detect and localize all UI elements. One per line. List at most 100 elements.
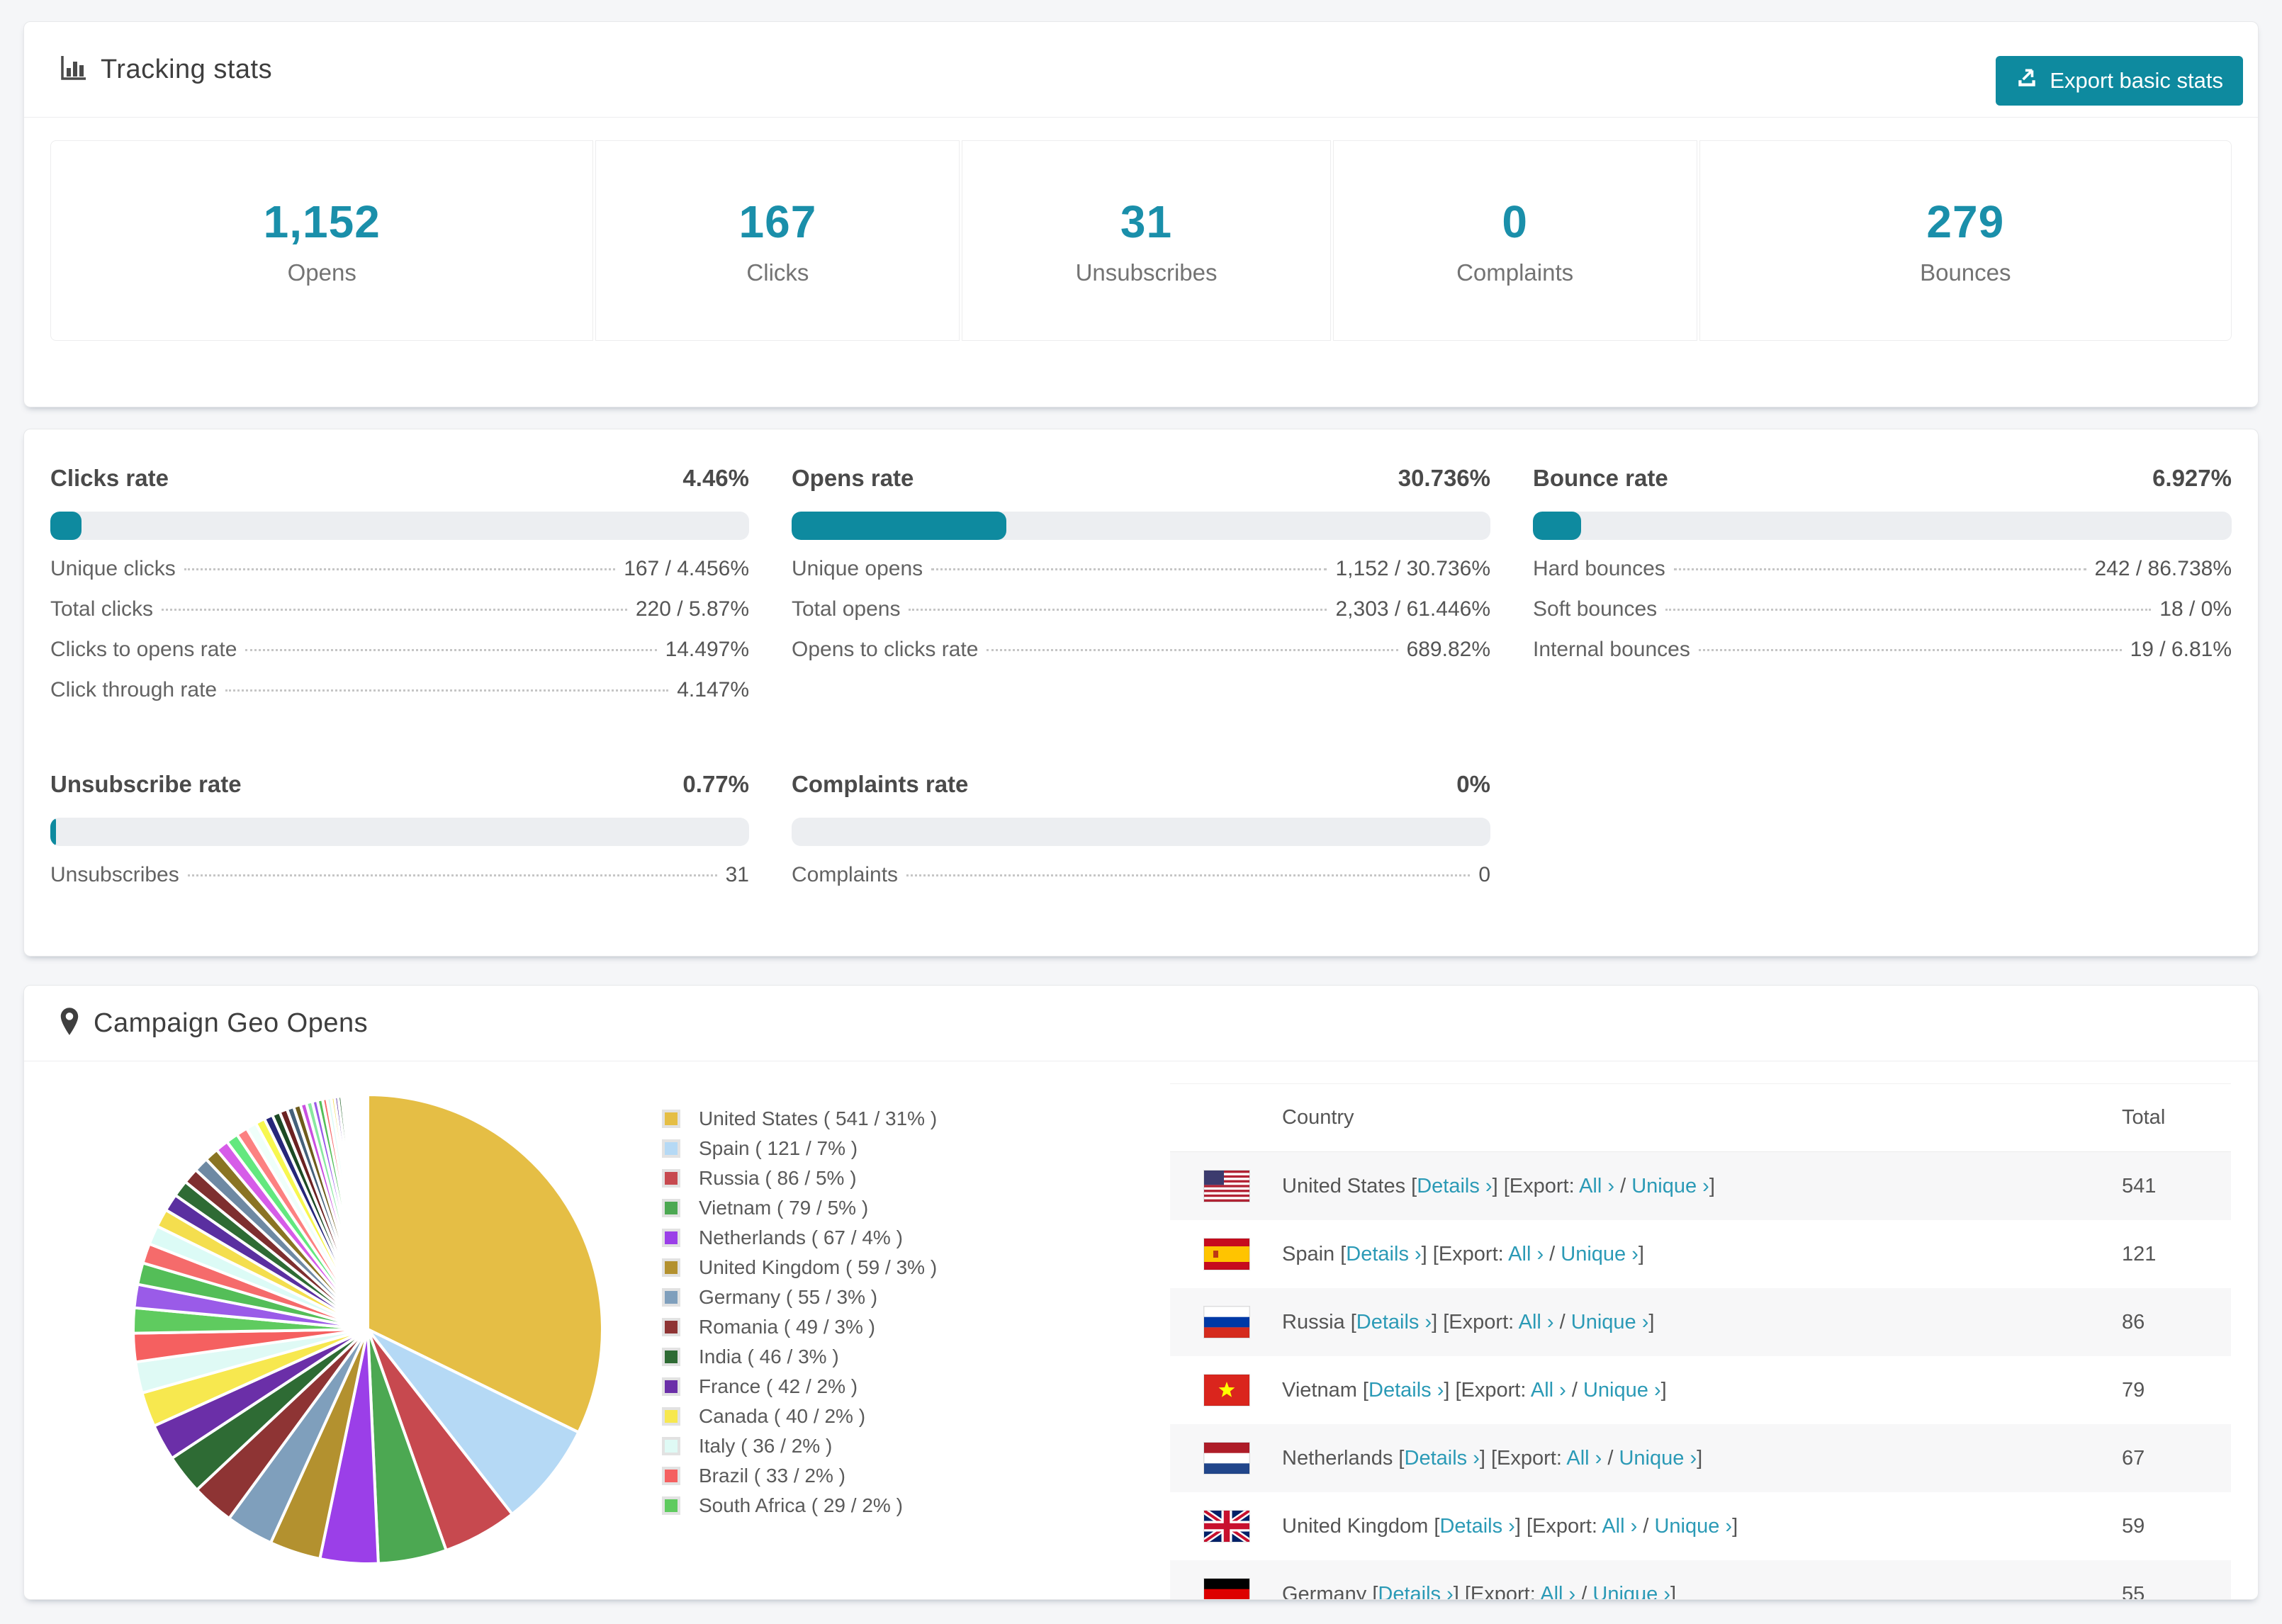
country-name: Russia bbox=[1282, 1310, 1345, 1333]
rate-detail-value: 0 bbox=[1478, 863, 1490, 886]
rate-detail-row: Internal bounces 19 / 6.81% bbox=[1533, 638, 2232, 678]
dotted-leader bbox=[162, 609, 627, 611]
flag-icon-nl bbox=[1204, 1443, 1249, 1474]
details-link[interactable]: Details › bbox=[1405, 1447, 1480, 1470]
dotted-leader bbox=[225, 689, 669, 692]
legend-color-chip bbox=[662, 1407, 680, 1426]
tracking-stats-card: Tracking stats Export basic stats 1,152 O… bbox=[23, 21, 2259, 407]
country-cell: United States [Details ›] [Export: All ›… bbox=[1282, 1174, 1715, 1197]
rate-detail-value: 4.147% bbox=[677, 678, 749, 701]
stat-value: 167 bbox=[738, 196, 817, 247]
legend-label: Spain ( 121 / 7% ) bbox=[699, 1137, 858, 1159]
export-all-link[interactable]: All › bbox=[1531, 1379, 1566, 1402]
legend-item-germany[interactable]: Germany ( 55 / 3% ) bbox=[662, 1282, 937, 1312]
rate-progress-bar bbox=[50, 818, 749, 846]
export-unique-link[interactable]: Unique › bbox=[1654, 1515, 1732, 1538]
legend-color-chip bbox=[662, 1229, 680, 1247]
rate-detail-label: Unique clicks bbox=[50, 557, 176, 580]
flag-icon-gb bbox=[1204, 1511, 1249, 1542]
legend-color-chip bbox=[662, 1437, 680, 1455]
rate-detail-label: Unique opens bbox=[792, 557, 923, 580]
legend-item-russia[interactable]: Russia ( 86 / 5% ) bbox=[662, 1163, 937, 1193]
export-all-link[interactable]: All › bbox=[1566, 1447, 1602, 1470]
legend-color-chip bbox=[662, 1258, 680, 1277]
legend-color-chip bbox=[662, 1377, 680, 1396]
geo-opens-pie-chart bbox=[120, 1093, 616, 1595]
stat-value: 31 bbox=[1120, 196, 1173, 247]
legend-item-united-states[interactable]: United States ( 541 / 31% ) bbox=[662, 1104, 937, 1134]
export-all-link[interactable]: All › bbox=[1540, 1583, 1575, 1600]
flag-cell bbox=[1170, 1307, 1282, 1338]
total-cell: 59 bbox=[2122, 1514, 2145, 1538]
rate-detail-row: Soft bounces 18 / 0% bbox=[1533, 597, 2232, 638]
legend-label: Italy ( 36 / 2% ) bbox=[699, 1435, 833, 1457]
flag-icon-ru bbox=[1204, 1307, 1249, 1338]
legend-color-chip bbox=[662, 1169, 680, 1188]
rate-detail-value: 14.497% bbox=[665, 638, 749, 661]
legend-color-chip bbox=[662, 1139, 680, 1158]
details-link[interactable]: Details › bbox=[1368, 1379, 1444, 1402]
geo-table-header-row: Country Total bbox=[1170, 1084, 2231, 1152]
geo-header: Campaign Geo Opens bbox=[24, 986, 2258, 1061]
page-title: Tracking stats bbox=[101, 54, 273, 84]
legend-item-netherlands[interactable]: Netherlands ( 67 / 4% ) bbox=[662, 1223, 937, 1253]
stat-label: Clicks bbox=[746, 259, 809, 286]
rate-detail-label: Total clicks bbox=[50, 597, 154, 621]
legend-item-vietnam[interactable]: Vietnam ( 79 / 5% ) bbox=[662, 1193, 937, 1223]
rate-detail-row: Click through rate 4.147% bbox=[50, 678, 749, 718]
stats-row: 1,152 Opens 167 Clicks 31 Unsubscribes 0 Compla… bbox=[50, 140, 2232, 341]
rates-card: Clicks rate 4.46% Unique clicks 167 / 4.456… bbox=[23, 429, 2259, 957]
legend-item-canada[interactable]: Canada ( 40 / 2% ) bbox=[662, 1402, 937, 1431]
country-cell: Vietnam [Details ›] [Export: All › / Uni… bbox=[1282, 1378, 1667, 1402]
details-link[interactable]: Details › bbox=[1378, 1583, 1453, 1600]
total-column-header: Total bbox=[2122, 1106, 2166, 1129]
legend-item-south-africa[interactable]: South Africa ( 29 / 2% ) bbox=[662, 1491, 937, 1521]
geo-body: United States ( 541 / 31% ) Spain ( 121 /… bbox=[24, 1061, 2258, 1600]
country-column-header: Country bbox=[1282, 1106, 1354, 1129]
rate-progress-bar bbox=[792, 818, 1490, 846]
table-row-de: Germany [Details ›] [Export: All › / Uni… bbox=[1170, 1560, 2231, 1600]
rate-detail-label: Internal bounces bbox=[1533, 638, 1690, 661]
country-name: Netherlands bbox=[1282, 1446, 1393, 1470]
rate-detail-value: 1,152 / 30.736% bbox=[1335, 557, 1490, 580]
stat-tile-opens: 1,152 Opens bbox=[50, 140, 594, 341]
legend-item-romania[interactable]: Romania ( 49 / 3% ) bbox=[662, 1312, 937, 1342]
rate-detail-value: 2,303 / 61.446% bbox=[1335, 597, 1490, 621]
rate-title: Opens rate bbox=[792, 465, 914, 491]
legend-item-united-kingdom[interactable]: United Kingdom ( 59 / 3% ) bbox=[662, 1253, 937, 1282]
rate-detail-value: 242 / 86.738% bbox=[2094, 557, 2232, 580]
rate-value: 0% bbox=[1456, 771, 1490, 797]
export-unique-link[interactable]: Unique › bbox=[1592, 1583, 1670, 1600]
legend-item-india[interactable]: India ( 46 / 3% ) bbox=[662, 1342, 937, 1372]
total-cell: 67 bbox=[2122, 1446, 2145, 1470]
export-unique-link[interactable]: Unique › bbox=[1583, 1379, 1661, 1402]
legend-item-spain[interactable]: Spain ( 121 / 7% ) bbox=[662, 1134, 937, 1163]
details-link[interactable]: Details › bbox=[1346, 1243, 1421, 1265]
export-unique-link[interactable]: Unique › bbox=[1631, 1175, 1709, 1197]
legend-label: Russia ( 86 / 5% ) bbox=[699, 1167, 857, 1189]
table-row-ru: Russia [Details ›] [Export: All › / Uniq… bbox=[1170, 1288, 2231, 1356]
stat-value: 279 bbox=[1926, 196, 2005, 247]
stat-label: Opens bbox=[287, 259, 356, 286]
export-all-link[interactable]: All › bbox=[1519, 1311, 1554, 1333]
details-link[interactable]: Details › bbox=[1417, 1175, 1492, 1197]
legend-item-brazil[interactable]: Brazil ( 33 / 2% ) bbox=[662, 1461, 937, 1491]
flag-icon-de bbox=[1204, 1579, 1249, 1599]
export-unique-link[interactable]: Unique › bbox=[1571, 1311, 1649, 1333]
details-link[interactable]: Details › bbox=[1356, 1311, 1432, 1333]
dotted-leader bbox=[245, 649, 657, 651]
details-link[interactable]: Details › bbox=[1439, 1515, 1514, 1538]
rate-progress-fill bbox=[50, 818, 56, 846]
legend-label: France ( 42 / 2% ) bbox=[699, 1375, 858, 1397]
export-all-link[interactable]: All › bbox=[1579, 1175, 1614, 1197]
dotted-leader bbox=[1698, 649, 2122, 651]
export-basic-stats-button[interactable]: Export basic stats bbox=[1996, 56, 2243, 106]
legend-item-italy[interactable]: Italy ( 36 / 2% ) bbox=[662, 1431, 937, 1461]
export-all-link[interactable]: All › bbox=[1508, 1243, 1544, 1265]
export-all-link[interactable]: All › bbox=[1602, 1515, 1637, 1538]
legend-item-france[interactable]: France ( 42 / 2% ) bbox=[662, 1372, 937, 1402]
export-unique-link[interactable]: Unique › bbox=[1619, 1447, 1697, 1470]
rate-progress-fill bbox=[50, 512, 82, 540]
rate-detail-label: Opens to clicks rate bbox=[792, 638, 979, 661]
export-unique-link[interactable]: Unique › bbox=[1561, 1243, 1639, 1265]
